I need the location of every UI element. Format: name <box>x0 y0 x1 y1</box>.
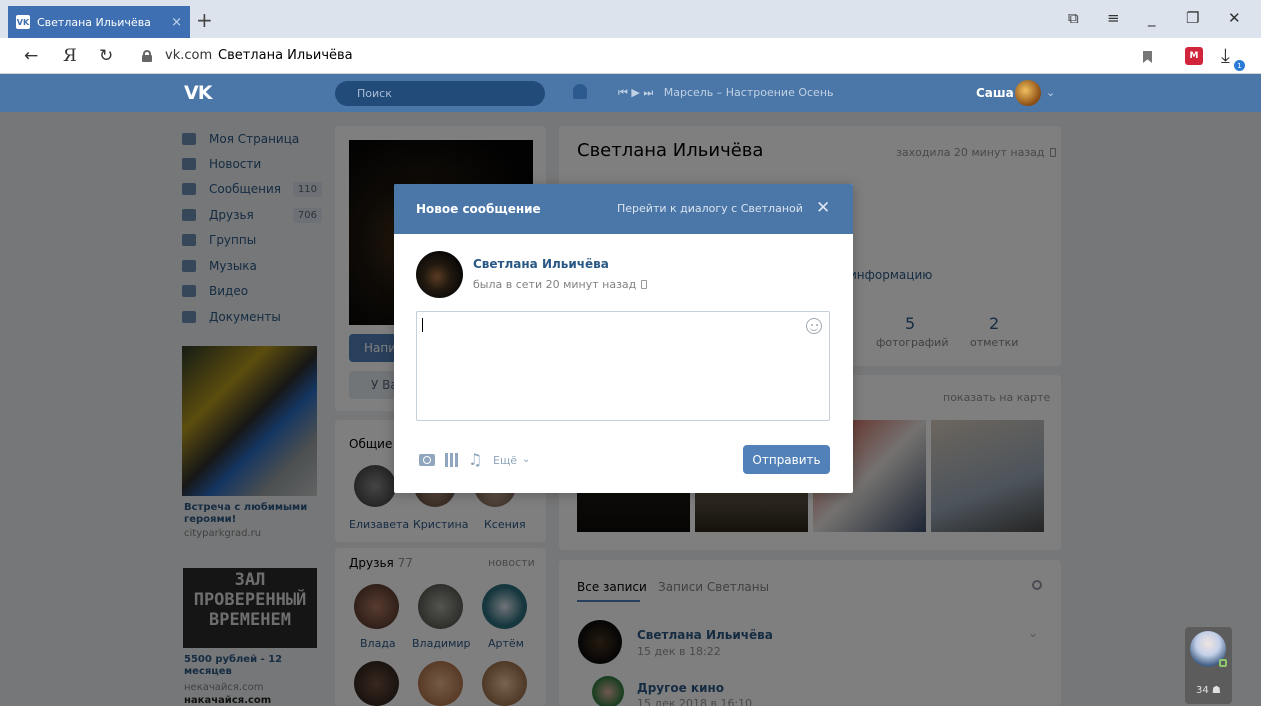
window-close-icon[interactable]: ✕ <box>1228 9 1241 27</box>
bookmark-icon[interactable] <box>1143 51 1152 63</box>
new-tab-button[interactable]: + <box>196 8 213 32</box>
player-track: Марсель – Настроение Осень <box>663 86 834 99</box>
header-user-name[interactable]: Саша <box>976 86 1014 100</box>
header-avatar[interactable] <box>1015 80 1041 106</box>
vk-favicon-icon: VK <box>16 15 30 29</box>
bookmarks-panel-icon[interactable]: ⧉ <box>1068 9 1079 27</box>
browser-tab[interactable]: VK Светлана Ильичёва × <box>8 6 190 38</box>
online-mobile-icon <box>1219 659 1227 667</box>
chevron-down-icon[interactable]: ⌄ <box>1046 86 1055 99</box>
chat-count: 34 ☗ <box>1196 685 1221 696</box>
goto-dialog-link[interactable]: Перейти к диалогу с Светланой <box>617 202 803 215</box>
vk-header: VK Поиск ⏮ ▶ ⏭ Марсель – Настроение Осен… <box>0 74 1261 112</box>
download-icon[interactable]: ⤓ <box>1221 43 1230 67</box>
emoji-icon[interactable] <box>806 318 822 334</box>
vk-logo[interactable]: VK <box>184 82 212 104</box>
vk-search-input[interactable]: Поиск <box>335 81 545 106</box>
back-arrow-icon[interactable]: ← <box>24 46 38 66</box>
url-page-title[interactable]: Светлана Ильичёва <box>218 48 353 63</box>
close-icon[interactable]: ✕ <box>816 198 830 218</box>
dialog-header: Новое сообщение Перейти к диалогу с Свет… <box>394 184 853 234</box>
url-domain[interactable]: vk.com <box>165 48 212 63</box>
recipient-status: была в сети 20 минут назад <box>473 278 648 291</box>
message-textarea[interactable] <box>416 311 830 421</box>
attach-more-button[interactable]: Ещё <box>493 454 517 467</box>
dialog-title: Новое сообщение <box>416 202 541 216</box>
address-bar: ← Я ↻ vk.com Светлана Ильичёва M ⤓ 1 <box>0 38 1261 74</box>
lock-icon <box>142 50 152 62</box>
tab-title: Светлана Ильичёва <box>37 15 151 29</box>
camera-icon[interactable] <box>419 454 435 466</box>
mobile-phone-icon <box>641 280 648 289</box>
download-badge: 1 <box>1234 60 1245 71</box>
extension-icon[interactable]: M <box>1185 47 1203 65</box>
notifications-bell-icon[interactable] <box>573 84 587 99</box>
browser-menu-icon[interactable]: ≡ <box>1107 9 1120 27</box>
minimize-icon[interactable]: _ <box>1148 9 1156 27</box>
reload-icon[interactable]: ↻ <box>99 46 113 66</box>
audio-player[interactable]: ⏮ ▶ ⏭ Марсель – Настроение Осень <box>618 86 834 100</box>
text-caret <box>422 318 423 332</box>
recipient-name[interactable]: Светлана Ильичёва <box>473 257 609 271</box>
new-message-dialog: Новое сообщение Перейти к диалогу с Свет… <box>394 184 853 493</box>
restore-icon[interactable]: ❐ <box>1186 9 1199 27</box>
music-note-icon[interactable]: ♫ <box>468 450 482 469</box>
send-button[interactable]: Отправить <box>743 445 830 474</box>
yandex-logo-icon[interactable]: Я <box>63 46 77 66</box>
chevron-down-icon[interactable]: ⌄ <box>522 454 530 465</box>
tab-close-icon[interactable]: × <box>171 15 182 30</box>
browser-tabbar: VK Светлана Ильичёва × + ⧉ ≡ _ ❐ ✕ <box>0 0 1261 38</box>
video-icon[interactable] <box>445 453 458 467</box>
recipient-avatar[interactable] <box>416 251 463 298</box>
